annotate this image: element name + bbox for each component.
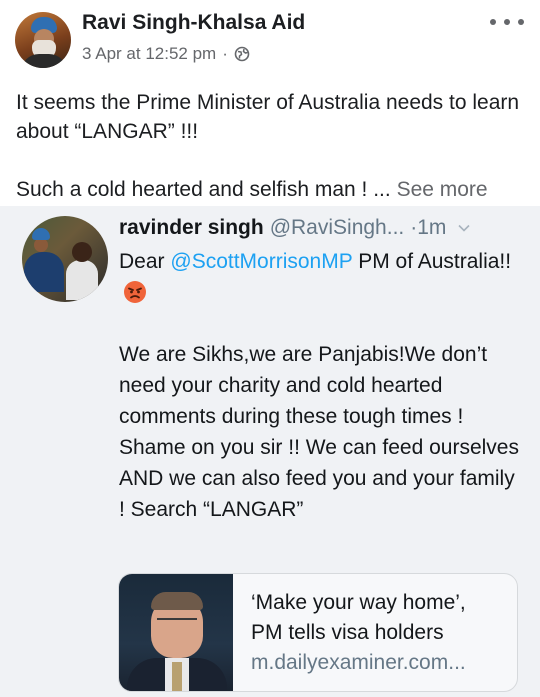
post-meta: 3 Apr at 12:52 pm · xyxy=(82,44,250,64)
more-options-icon[interactable] xyxy=(490,14,524,30)
link-preview-image xyxy=(119,574,233,691)
post-text-line-1: It seems the Prime Minister of Australia… xyxy=(16,91,520,143)
tweet-body: Dear @ScottMorrisonMP PM of Australia!! … xyxy=(119,246,524,525)
tweet-message: We are Sikhs,we are Panjabis!We don’t ne… xyxy=(119,343,519,521)
link-preview-card: ‘Make your way home’, PM tells visa hold… xyxy=(118,573,518,692)
link-preview-url: m.dailyexaminer.com... xyxy=(251,651,466,674)
author-name[interactable]: Ravi Singh-Khalsa Aid xyxy=(82,11,305,35)
post-text: It seems the Prime Minister of Australia… xyxy=(16,88,528,204)
tweet-handle: @RaviSingh... xyxy=(269,216,405,239)
link-preview-text: ‘Make your way home’, PM tells visa hold… xyxy=(251,588,509,678)
link-preview-title-1: ‘Make your way home’, xyxy=(251,591,466,614)
post-text-line-2: Such a cold hearted and selfish man ! ..… xyxy=(16,175,528,204)
tweet-screenshot: ravinder singh @RaviSingh... ·1m Dear @S… xyxy=(0,206,540,697)
post-text-truncated: Such a cold hearted and selfish man ! ..… xyxy=(16,178,391,201)
link-preview-title-2: PM tells visa holders xyxy=(251,621,444,644)
tweet-greeting-prefix: Dear xyxy=(119,250,165,273)
tweet-avatar xyxy=(22,216,108,302)
post-timestamp[interactable]: 3 Apr at 12:52 pm xyxy=(82,44,216,64)
author-avatar[interactable] xyxy=(15,12,71,68)
facebook-post: Ravi Singh-Khalsa Aid 3 Apr at 12:52 pm … xyxy=(0,0,540,697)
globe-icon xyxy=(234,46,250,62)
post-header: Ravi Singh-Khalsa Aid 3 Apr at 12:52 pm … xyxy=(0,0,540,80)
tweet-greeting-suffix: PM of Australia!! xyxy=(358,250,512,273)
tweet-mention: @ScottMorrisonMP xyxy=(170,250,353,273)
tweet-greeting: Dear @ScottMorrisonMP PM of Australia!! xyxy=(119,246,524,308)
meta-separator: · xyxy=(222,44,228,63)
tweet-header: ravinder singh @RaviSingh... ·1m xyxy=(119,216,529,240)
angry-face-icon xyxy=(124,281,146,303)
see-more-link[interactable]: See more xyxy=(397,178,488,201)
tweet-time: ·1m xyxy=(410,216,447,239)
chevron-down-icon xyxy=(458,224,470,232)
tweet-author-name: ravinder singh xyxy=(119,216,264,239)
